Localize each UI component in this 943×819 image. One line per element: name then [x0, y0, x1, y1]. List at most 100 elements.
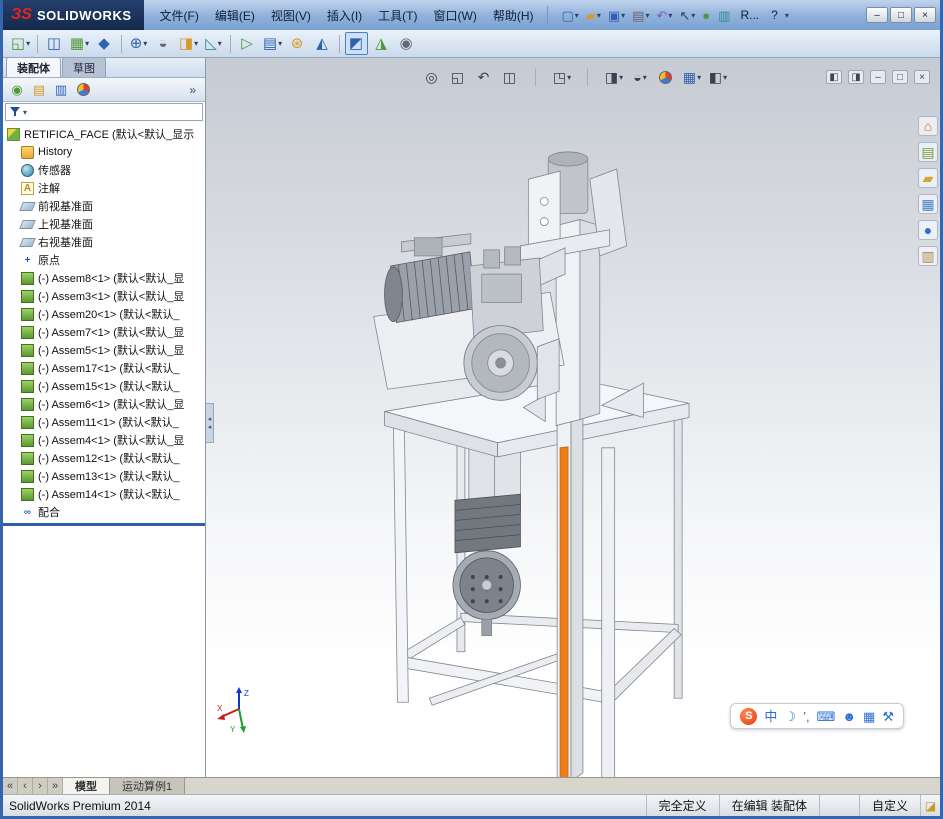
tree-item[interactable]: History — [3, 143, 205, 161]
dropdown-arrow-icon[interactable]: ▾ — [668, 11, 672, 20]
tree-item[interactable]: (-) Assem11<1> (默认<默认_ — [3, 413, 205, 431]
tree-item[interactable]: (-) Assem8<1> (默认<默认_显 — [3, 269, 205, 287]
soft-keyboard-icon[interactable]: ⌨ — [817, 710, 836, 723]
toolbar-item[interactable] — [227, 34, 234, 54]
tree-item[interactable]: (-) Assem17<1> (默认<默认_ — [3, 359, 205, 377]
minimize-document-icon[interactable]: – — [870, 70, 886, 84]
input-mode-chinese-icon[interactable]: 中 — [764, 710, 777, 723]
solidworks-resources-icon[interactable]: ⌂ — [918, 116, 938, 136]
menu-item[interactable]: 工具(T) — [370, 3, 425, 28]
document-tab[interactable]: 模型 — [63, 778, 110, 794]
tree-item[interactable]: 配合 — [3, 503, 205, 521]
toggle-left-pane-icon[interactable]: ◧ — [826, 70, 842, 84]
tree-item[interactable]: 传感器 — [3, 161, 205, 179]
smart-fasteners-icon[interactable]: ◆ — [93, 32, 116, 55]
view-settings-icon[interactable]: ◧ ▾ — [707, 66, 729, 88]
dropdown-arrow-icon[interactable]: ▾ — [621, 11, 625, 20]
toolbox-icon[interactable]: ▦ — [863, 710, 875, 723]
interference-detection-icon[interactable]: ◩ — [345, 32, 368, 55]
graphics-area[interactable]: ◎ ◱ ↶ ◫ ◳ ▾ ◨ ▾ ◒ ▾ ▦ ▾ ◧ ▾ ◧ ◨ – □ × ⌂ … — [206, 58, 940, 777]
skin-moon-icon[interactable]: ☽ — [784, 710, 796, 723]
toolbar-item[interactable] — [34, 34, 41, 54]
selection-filter-bar[interactable]: ▾ — [5, 103, 203, 121]
show-hidden-components-icon[interactable]: ◒ — [152, 32, 175, 55]
tree-item[interactable]: 右视基准面 — [3, 233, 205, 251]
hud-item[interactable] — [577, 66, 599, 88]
save-icon[interactable]: ▣ ▾ — [605, 4, 628, 26]
panel-overflow-button[interactable]: » — [185, 83, 200, 97]
section-view-icon[interactable]: ◫ — [499, 66, 521, 88]
new-document-icon[interactable]: ▢ ▾ — [559, 4, 582, 26]
tree-item[interactable]: (-) Assem4<1> (默认<默认_显 — [3, 431, 205, 449]
panel-collapse-handle[interactable]: ◂ ◂ — [206, 403, 214, 443]
toolbar-item[interactable] — [336, 34, 343, 54]
tree-item[interactable]: (-) Assem3<1> (默认<默认_显 — [3, 287, 205, 305]
edit-appearance-icon[interactable] — [655, 66, 677, 88]
tree-item[interactable]: (-) Assem5<1> (默认<默认_显 — [3, 341, 205, 359]
restore-window-button[interactable]: □ — [890, 7, 912, 23]
tree-item[interactable]: (-) Assem7<1> (默认<默认_显 — [3, 323, 205, 341]
design-library-icon[interactable]: ▤ — [918, 142, 938, 162]
tree-item[interactable]: (-) Assem6<1> (默认<默认_显 — [3, 395, 205, 413]
tree-item[interactable]: (-) Assem14<1> (默认<默认_ — [3, 485, 205, 503]
dropdown-arrow-icon[interactable]: ▾ — [645, 11, 649, 20]
view-orientation-icon[interactable]: ◳ ▾ — [551, 66, 573, 88]
propertymanager-tab-icon[interactable]: ▤ — [30, 81, 48, 99]
explode-line-sketch-icon[interactable]: ◭ — [311, 32, 334, 55]
tools-wrench-icon[interactable]: ⚒ — [882, 710, 894, 723]
toolbar-item[interactable] — [118, 34, 125, 54]
minimize-window-button[interactable]: – — [866, 7, 888, 23]
tree-item[interactable]: (-) Assem13<1> (默认<默认_ — [3, 467, 205, 485]
menu-item[interactable]: 视图(V) — [263, 3, 319, 28]
status-tag-icon[interactable]: ◪ — [920, 795, 940, 816]
take-snapshot-icon[interactable]: ◉ — [395, 32, 418, 55]
tree-item[interactable]: 原点 — [3, 251, 205, 269]
bill-of-materials-icon[interactable]: ▤ ▾ — [261, 32, 284, 55]
hide-show-items-icon[interactable]: ◒ ▾ — [629, 66, 651, 88]
menu-item[interactable]: 窗口(W) — [426, 3, 485, 28]
sogou-logo-icon[interactable]: S — [740, 707, 758, 725]
tree-item[interactable]: (-) Assem12<1> (默认<默认_ — [3, 449, 205, 467]
zoom-to-fit-icon[interactable]: ◎ — [421, 66, 443, 88]
undo-icon[interactable]: ↶ ▾ — [653, 4, 675, 26]
prev-tab-button[interactable]: ‹ — [18, 778, 33, 794]
rebuild-icon[interactable]: ● — [699, 4, 714, 26]
last-tab-button[interactable]: » — [48, 778, 63, 794]
custom-properties-icon[interactable]: ▥ — [918, 246, 938, 266]
exploded-view-icon[interactable]: ⊛ — [286, 32, 309, 55]
first-tab-button[interactable]: « — [3, 778, 18, 794]
tree-item[interactable]: 上视基准面 — [3, 215, 205, 233]
punctuation-icon[interactable]: ’, — [803, 710, 810, 723]
configurationmanager-tab-icon[interactable]: ▥ — [52, 81, 70, 99]
machine-model[interactable] — [206, 58, 940, 777]
file-explorer-icon[interactable]: ▰ — [918, 168, 938, 188]
next-tab-button[interactable]: › — [33, 778, 48, 794]
restore-document-icon[interactable]: □ — [892, 70, 908, 84]
menu-item[interactable]: 文件(F) — [152, 3, 207, 28]
help-menu[interactable]: ? — [765, 8, 784, 22]
toolbar-overflow[interactable]: R... — [734, 8, 765, 22]
dropdown-arrow-icon[interactable]: ▾ — [597, 11, 601, 20]
filter-dropdown-arrow-icon[interactable]: ▾ — [23, 108, 27, 117]
insert-component-icon[interactable]: ◱ ▾ — [9, 32, 32, 55]
tree-root-item[interactable]: RETIFICA_FACE (默认<默认_显示 — [3, 125, 205, 143]
appearances-scenes-icon[interactable]: ● — [918, 220, 938, 240]
tree-item[interactable]: (-) Assem15<1> (默认<默认_ — [3, 377, 205, 395]
displaymanager-tab-icon[interactable] — [74, 81, 92, 99]
previous-view-icon[interactable]: ↶ — [473, 66, 495, 88]
status-custom[interactable]: 自定义 — [858, 795, 920, 816]
reference-geometry-icon[interactable]: ◺ ▾ — [202, 32, 225, 55]
dropdown-arrow-icon[interactable]: ▾ — [575, 11, 579, 20]
assembly-xpert-icon[interactable]: ◮ — [370, 32, 393, 55]
featuremanager-tab-icon[interactable]: ◉ — [8, 81, 26, 99]
menu-item[interactable]: 编辑(E) — [207, 3, 263, 28]
dropdown-arrow-icon[interactable]: ▾ — [691, 11, 695, 20]
mate-icon[interactable]: ◫ — [43, 32, 66, 55]
menu-item[interactable]: 插入(I) — [319, 3, 370, 28]
print-icon[interactable]: ▤ ▾ — [629, 4, 652, 26]
menu-item[interactable]: 帮助(H) — [485, 3, 542, 28]
view-palette-icon[interactable]: ▦ — [918, 194, 938, 214]
commandmanager-tab[interactable]: 草图 — [62, 57, 106, 77]
select-icon[interactable]: ↖ ▾ — [676, 4, 698, 26]
account-icon[interactable]: ☻ — [842, 710, 856, 723]
